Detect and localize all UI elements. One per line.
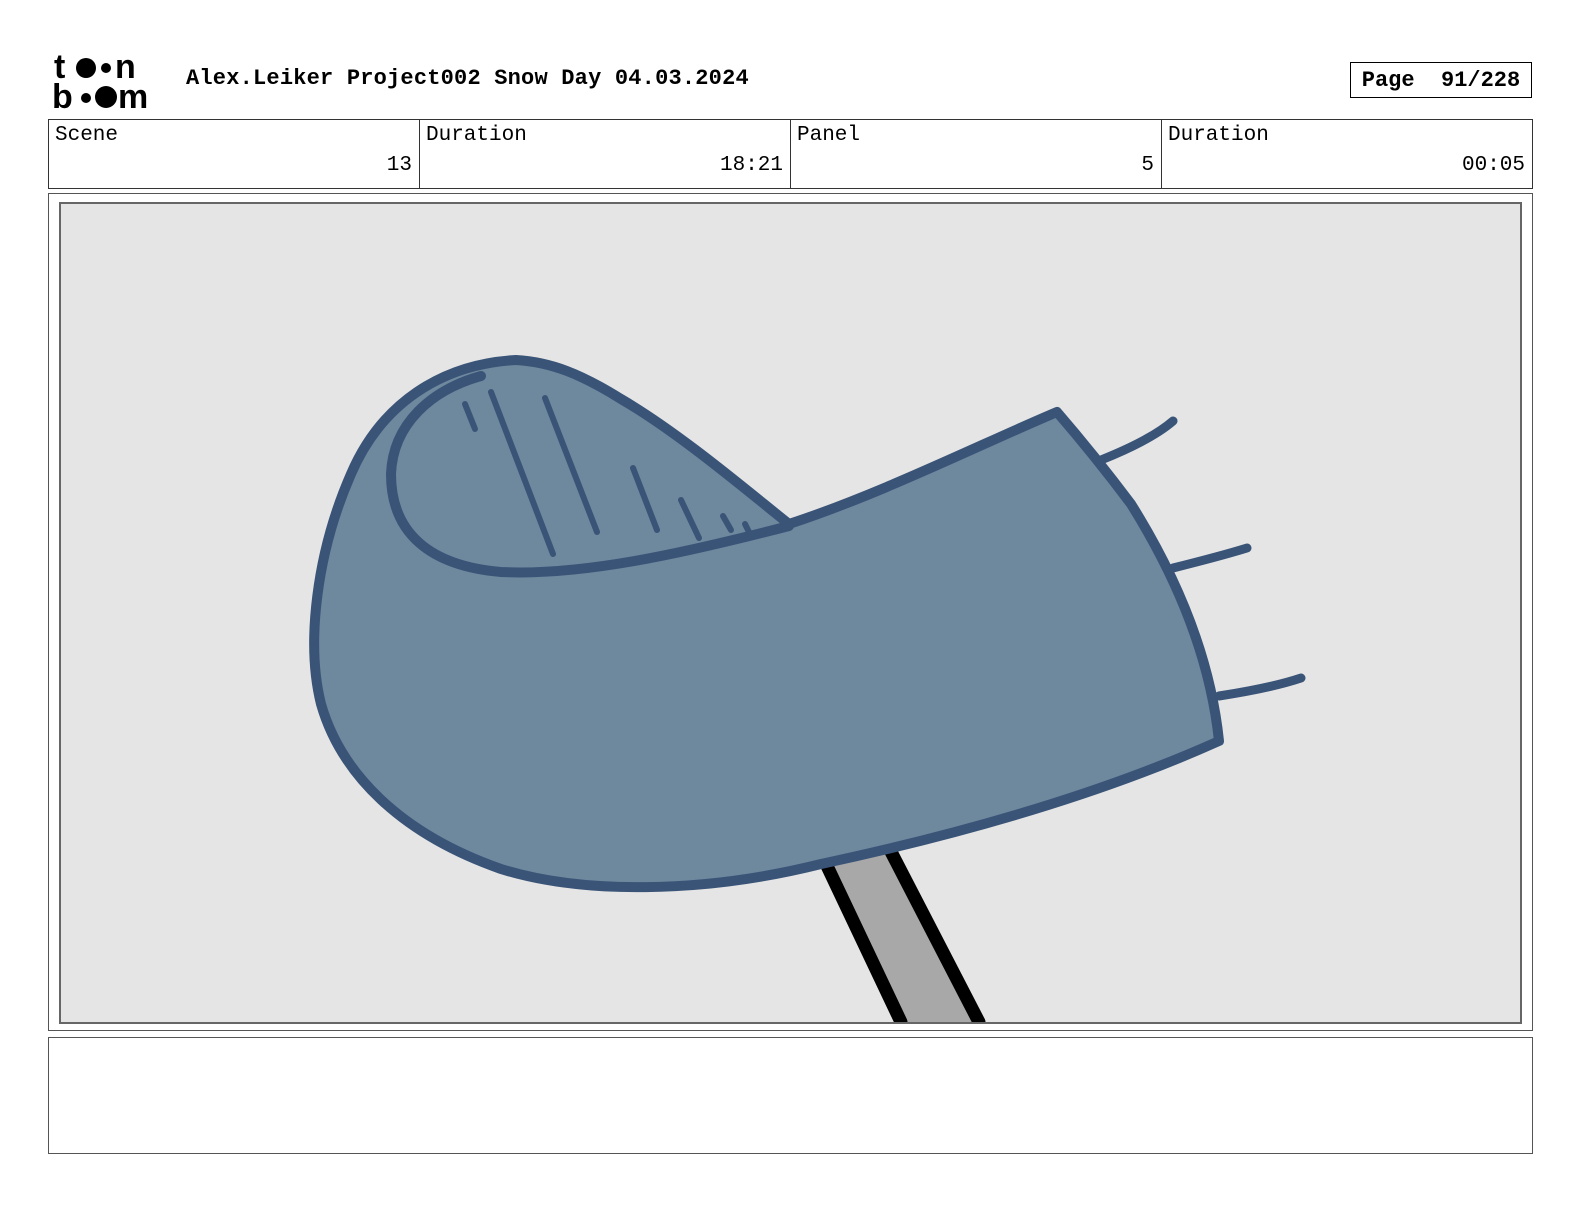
panel-duration-cell: Duration 00:05 xyxy=(1162,120,1532,188)
scene-duration-label: Duration xyxy=(426,124,527,147)
storyboard-panel-frame xyxy=(48,193,1533,1031)
scene-duration-value: 18:21 xyxy=(719,154,783,177)
storyboard-panel-drawing xyxy=(59,202,1522,1024)
panel-duration-label: Duration xyxy=(1168,124,1269,147)
scene-value: 13 xyxy=(386,154,412,177)
panel-duration-value: 00:05 xyxy=(1461,154,1525,177)
info-table: Scene 13 Duration 18:21 Panel 5 Duration… xyxy=(48,119,1533,189)
document-title: Alex.Leiker Project002 Snow Day 04.03.20… xyxy=(186,66,749,91)
panel-label: Panel xyxy=(797,124,861,147)
mitten xyxy=(309,355,1224,893)
panel-notes xyxy=(48,1037,1533,1154)
page-number: Page 91/228 xyxy=(1350,62,1532,98)
svg-text:b: b xyxy=(52,78,73,112)
toon-boom-logo: t n b m xyxy=(52,48,164,116)
panel-value: 5 xyxy=(1141,154,1154,177)
svg-text:m: m xyxy=(118,78,148,112)
scene-duration-cell: Duration 18:21 xyxy=(420,120,791,188)
pole xyxy=(812,837,986,1022)
scene-label: Scene xyxy=(55,124,119,147)
panel-cell: Panel 5 xyxy=(791,120,1162,188)
scene-cell: Scene 13 xyxy=(49,120,420,188)
